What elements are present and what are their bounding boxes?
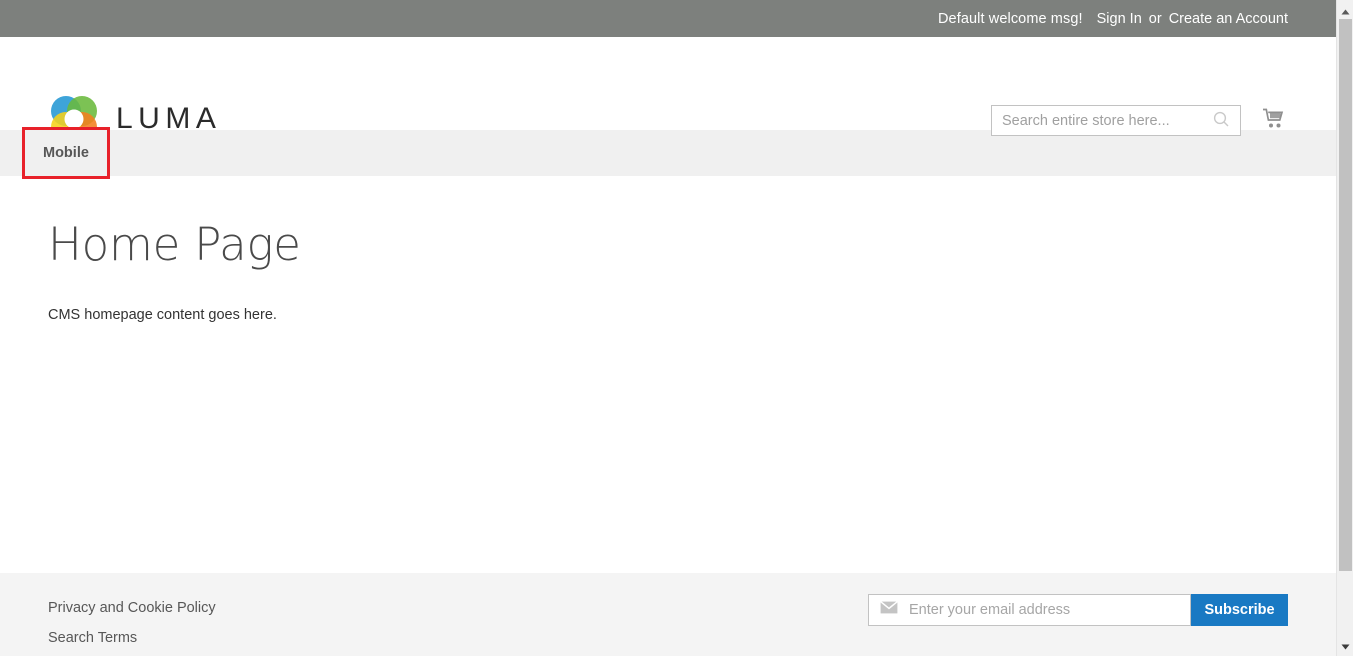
nav-item-label: Mobile xyxy=(43,145,89,161)
newsletter-signup: Subscribe xyxy=(868,594,1288,626)
search-input[interactable] xyxy=(992,106,1204,135)
scrollbar-down-arrow[interactable] xyxy=(1337,637,1353,654)
newsletter-field[interactable] xyxy=(868,594,1191,626)
page-title: Home Page xyxy=(48,218,301,271)
page-footer: Privacy and Cookie Policy Search Terms S… xyxy=(0,573,1336,656)
search-button[interactable] xyxy=(1204,106,1238,135)
scrollbar-up-arrow[interactable] xyxy=(1337,2,1353,19)
page-viewport: Default welcome msg! Sign In or Create a… xyxy=(0,0,1336,656)
chevron-up-icon xyxy=(1341,2,1350,20)
envelope-icon xyxy=(880,601,898,619)
scrollbar-thumb[interactable] xyxy=(1339,19,1352,571)
browser-scrollbar[interactable] xyxy=(1336,0,1353,656)
create-account-link[interactable]: Create an Account xyxy=(1169,11,1288,27)
main-content: Home Page CMS homepage content goes here… xyxy=(0,176,1336,573)
chevron-down-icon xyxy=(1341,637,1350,655)
subscribe-button[interactable]: Subscribe xyxy=(1191,594,1288,626)
shopping-cart-icon xyxy=(1262,108,1286,134)
cart-button[interactable] xyxy=(1260,107,1288,135)
cms-content-text: CMS homepage content goes here. xyxy=(48,307,277,323)
header-actions xyxy=(991,105,1288,136)
page-header: LUMA xyxy=(0,37,1336,142)
top-panel: Default welcome msg! Sign In or Create a… xyxy=(0,0,1336,37)
footer-links: Privacy and Cookie Policy Search Terms xyxy=(48,593,216,653)
newsletter-email-input[interactable] xyxy=(909,596,1177,624)
logo-text: LUMA xyxy=(116,102,222,135)
panel-links: Sign In or Create an Account xyxy=(1097,11,1288,27)
sign-in-link[interactable]: Sign In xyxy=(1097,11,1142,27)
footer-link-search-terms[interactable]: Search Terms xyxy=(48,623,216,653)
search-icon xyxy=(1213,111,1230,131)
nav-item-mobile[interactable]: Mobile xyxy=(22,127,110,179)
welcome-message: Default welcome msg! xyxy=(937,10,1083,27)
footer-link-privacy-policy[interactable]: Privacy and Cookie Policy xyxy=(48,593,216,623)
browser-page: Default welcome msg! Sign In or Create a… xyxy=(0,0,1353,656)
panel-separator: or xyxy=(1148,10,1162,27)
search-box[interactable] xyxy=(991,105,1241,136)
